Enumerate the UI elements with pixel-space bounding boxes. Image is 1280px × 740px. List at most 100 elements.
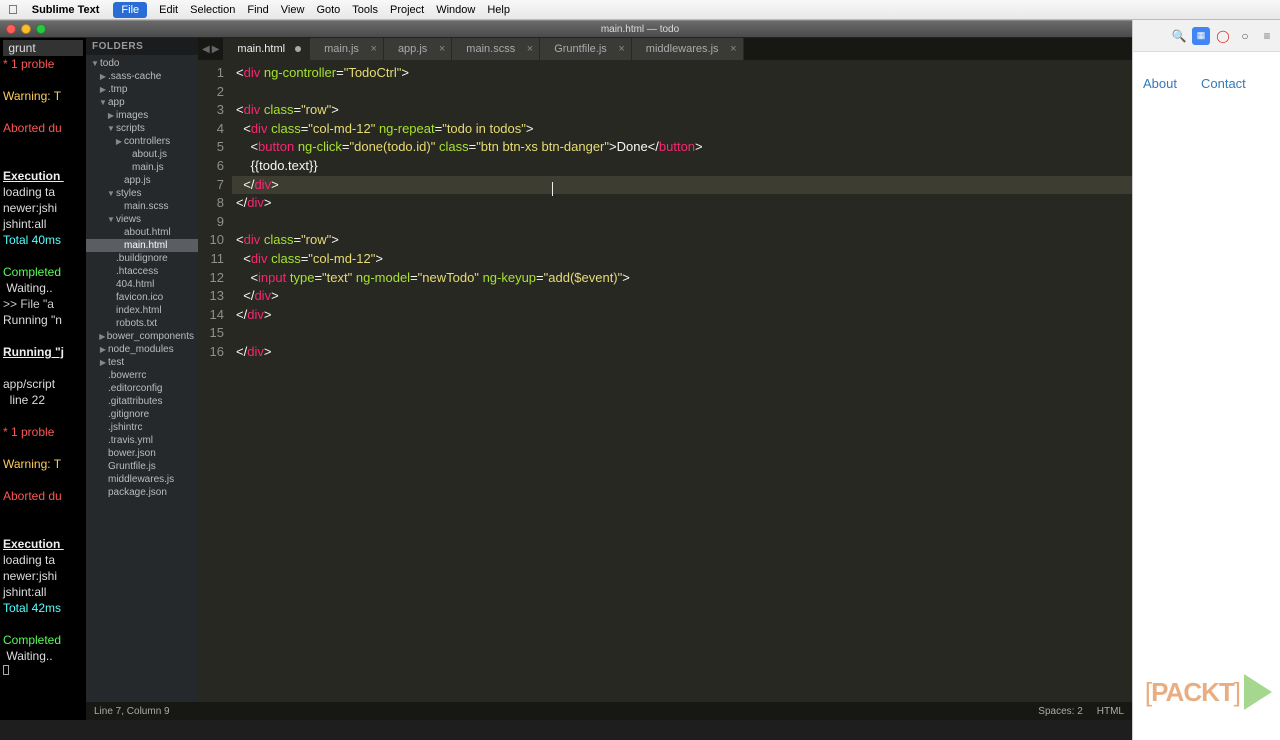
chevron-right-icon[interactable]: ▶: [98, 345, 108, 354]
file--bowerrc[interactable]: .bowerrc: [86, 369, 198, 382]
code-line[interactable]: {{todo.text}}: [232, 157, 1280, 176]
code-line[interactable]: </div>: [232, 194, 1280, 213]
ext-icon-2[interactable]: ◯: [1214, 27, 1232, 45]
close-icon[interactable]: ×: [730, 43, 736, 55]
folder-tree[interactable]: ▼todo▶.sass-cache▶.tmp▼app▶images▼script…: [86, 55, 198, 501]
code-line[interactable]: <div class="row">: [232, 101, 1280, 120]
code-line[interactable]: <div class="col-md-12">: [232, 250, 1280, 269]
file--buildignore[interactable]: .buildignore: [86, 252, 198, 265]
close-icon[interactable]: ×: [618, 43, 624, 55]
file--jshintrc[interactable]: .jshintrc: [86, 421, 198, 434]
file-404-html[interactable]: 404.html: [86, 278, 198, 291]
file-package-json[interactable]: package.json: [86, 486, 198, 499]
file-app-js[interactable]: app.js: [86, 174, 198, 187]
chevron-right-icon[interactable]: ▶: [98, 332, 107, 341]
file--gitattributes[interactable]: .gitattributes: [86, 395, 198, 408]
code-line[interactable]: [232, 324, 1280, 343]
close-icon[interactable]: [6, 24, 16, 34]
file-favicon-ico[interactable]: favicon.ico: [86, 291, 198, 304]
code-line[interactable]: <input type="text" ng-model="newTodo" ng…: [232, 269, 1280, 288]
file-main-js[interactable]: main.js: [86, 161, 198, 174]
chevron-down-icon[interactable]: ▼: [106, 124, 116, 133]
folder-views[interactable]: ▼views: [86, 213, 198, 226]
folder--tmp[interactable]: ▶.tmp: [86, 83, 198, 96]
tab-main-html[interactable]: main.html: [223, 38, 310, 60]
file-index-html[interactable]: index.html: [86, 304, 198, 317]
tab-main-js[interactable]: main.js×: [310, 38, 384, 60]
nav-link-contact[interactable]: Contact: [1201, 76, 1246, 91]
tab-app-js[interactable]: app.js×: [384, 38, 452, 60]
code-line[interactable]: [232, 83, 1280, 102]
ext-icon-1[interactable]: ▦: [1192, 27, 1210, 45]
menu-tools[interactable]: Tools: [352, 4, 378, 16]
code-line[interactable]: </div>: [232, 343, 1280, 362]
folder--sass-cache[interactable]: ▶.sass-cache: [86, 70, 198, 83]
code-line[interactable]: [232, 213, 1280, 232]
file--gitignore[interactable]: .gitignore: [86, 408, 198, 421]
menu-file[interactable]: File: [113, 2, 147, 18]
menu-selection[interactable]: Selection: [190, 4, 235, 16]
terminal-panel[interactable]: grunt * 1 proble Warning: T Aborted du E…: [0, 38, 86, 720]
nav-link-about[interactable]: About: [1143, 76, 1177, 91]
chevron-down-icon[interactable]: ▼: [106, 189, 116, 198]
file--editorconfig[interactable]: .editorconfig: [86, 382, 198, 395]
menu-project[interactable]: Project: [390, 4, 424, 16]
file-about-html[interactable]: about.html: [86, 226, 198, 239]
code-line[interactable]: </div>: [232, 306, 1280, 325]
menu-goto[interactable]: Goto: [316, 4, 340, 16]
chevron-right-icon[interactable]: ▶: [98, 358, 108, 367]
code-line[interactable]: </div>: [232, 287, 1280, 306]
folder-styles[interactable]: ▼styles: [86, 187, 198, 200]
tab-nav[interactable]: ◀ ▶: [198, 38, 223, 60]
ext-icon-3[interactable]: ○: [1236, 27, 1254, 45]
tab-main-scss[interactable]: main.scss×: [452, 38, 540, 60]
tab-Gruntfile-js[interactable]: Gruntfile.js×: [540, 38, 632, 60]
code-line[interactable]: <div class="col-md-12" ng-repeat="todo i…: [232, 120, 1280, 139]
code-line[interactable]: <div ng-controller="TodoCtrl">: [232, 64, 1280, 83]
chevron-right-icon[interactable]: ▶: [114, 137, 124, 146]
menu-edit[interactable]: Edit: [159, 4, 178, 16]
file-main-html[interactable]: main.html: [86, 239, 198, 252]
chevron-down-icon[interactable]: ▼: [90, 59, 100, 68]
folder-bower_components[interactable]: ▶bower_components: [86, 330, 198, 343]
file-main-scss[interactable]: main.scss: [86, 200, 198, 213]
file-middlewares-js[interactable]: middlewares.js: [86, 473, 198, 486]
menu-help[interactable]: Help: [487, 4, 510, 16]
chevron-right-icon[interactable]: ▶: [106, 111, 116, 120]
code-lines[interactable]: <div ng-controller="TodoCtrl"> <div clas…: [232, 64, 1280, 720]
menu-window[interactable]: Window: [436, 4, 475, 16]
file-about-js[interactable]: about.js: [86, 148, 198, 161]
chevron-right-icon[interactable]: ▶: [98, 85, 108, 94]
code-line[interactable]: </div>: [232, 176, 1280, 195]
chevron-down-icon[interactable]: ▼: [98, 98, 108, 107]
chevron-down-icon[interactable]: ▼: [106, 215, 116, 224]
chevron-right-icon[interactable]: ▶: [98, 72, 108, 81]
folder-images[interactable]: ▶images: [86, 109, 198, 122]
code-area[interactable]: 12345678910111213141516 <div ng-controll…: [198, 60, 1280, 720]
zoom-icon[interactable]: [36, 24, 46, 34]
search-icon[interactable]: 🔍: [1170, 27, 1188, 45]
menu-find[interactable]: Find: [247, 4, 268, 16]
file-robots-txt[interactable]: robots.txt: [86, 317, 198, 330]
close-icon[interactable]: ×: [527, 43, 533, 55]
folder-todo[interactable]: ▼todo: [86, 57, 198, 70]
status-language[interactable]: HTML: [1097, 706, 1124, 717]
file-bower-json[interactable]: bower.json: [86, 447, 198, 460]
window-controls[interactable]: [6, 24, 46, 34]
menu-view[interactable]: View: [281, 4, 305, 16]
file-Gruntfile-js[interactable]: Gruntfile.js: [86, 460, 198, 473]
folder-controllers[interactable]: ▶controllers: [86, 135, 198, 148]
status-indent[interactable]: Spaces: 2: [1038, 706, 1082, 717]
folder-app[interactable]: ▼app: [86, 96, 198, 109]
apple-icon[interactable]: : [8, 2, 18, 17]
tab-bar[interactable]: ◀ ▶ main.htmlmain.js×app.js×main.scss×Gr…: [198, 38, 1280, 60]
tab-middlewares-js[interactable]: middlewares.js×: [632, 38, 744, 60]
code-line[interactable]: <button ng-click="done(todo.id)" class="…: [232, 138, 1280, 157]
minimize-icon[interactable]: [21, 24, 31, 34]
close-icon[interactable]: ×: [371, 43, 377, 55]
folder-test[interactable]: ▶test: [86, 356, 198, 369]
file--htaccess[interactable]: .htaccess: [86, 265, 198, 278]
nav-back-icon[interactable]: ◀: [202, 44, 210, 55]
code-line[interactable]: <div class="row">: [232, 231, 1280, 250]
menu-icon[interactable]: ≡: [1258, 27, 1276, 45]
